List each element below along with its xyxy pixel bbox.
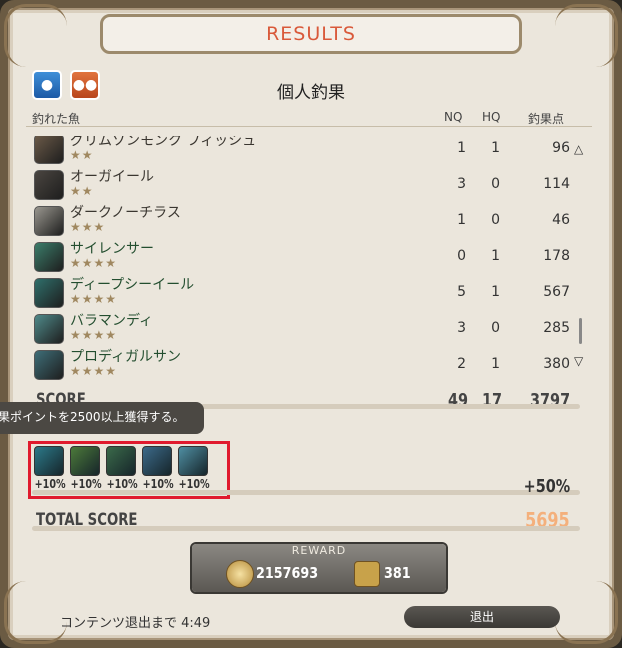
bonus-total: +50% bbox=[523, 476, 570, 497]
column-header-points: 釣果点 bbox=[528, 112, 565, 126]
fish-nq: 5 bbox=[457, 284, 466, 300]
panel-heading: 個人釣果 bbox=[277, 83, 345, 103]
fish-hq: 0 bbox=[491, 212, 500, 228]
divider bbox=[26, 126, 592, 127]
fish-row[interactable]: サイレンサー ★★★★ 0 1 178 bbox=[22, 238, 600, 274]
fish-name: ディープシーイール bbox=[70, 277, 195, 293]
fish-name: プロディガルサン bbox=[70, 349, 182, 365]
fish-bonus-icon[interactable] bbox=[70, 446, 100, 476]
fish-hq: 1 bbox=[491, 284, 500, 300]
scroll-up-arrow[interactable]: △ bbox=[574, 142, 583, 156]
fish-icon bbox=[34, 314, 64, 344]
fish-stars: ★★★★ bbox=[70, 292, 118, 306]
fish-row[interactable]: ディープシーイール ★★★★ 5 1 567 bbox=[22, 274, 600, 310]
fish-nq: 2 bbox=[457, 356, 466, 372]
frame-ornament bbox=[4, 4, 67, 67]
bonus-label: +10% bbox=[34, 477, 66, 491]
fish-icon bbox=[34, 278, 64, 308]
fish-name: オーガイール bbox=[70, 169, 154, 185]
total-bar bbox=[32, 526, 580, 531]
column-header-hq: HQ bbox=[482, 110, 501, 124]
fish-points: 96 bbox=[552, 140, 570, 156]
fish-hq: 1 bbox=[491, 140, 500, 156]
fish-icon bbox=[34, 350, 64, 380]
fish-stars: ★★★★ bbox=[70, 364, 118, 378]
fish-nq: 1 bbox=[457, 140, 466, 156]
fish-nq: 1 bbox=[457, 212, 466, 228]
bonus-label: +10% bbox=[70, 477, 102, 491]
gil-amount: 2157693 bbox=[256, 564, 319, 582]
mgp-icon bbox=[354, 561, 380, 587]
fish-bonus-icon[interactable] bbox=[34, 446, 64, 476]
exit-timer: コンテンツ退出まで 4:49 bbox=[60, 616, 211, 631]
bonus-tooltip: 果ポイントを2500以上獲得する。 bbox=[0, 402, 204, 434]
fish-nq: 3 bbox=[457, 320, 466, 336]
fish-name: ダークノーチラス bbox=[70, 205, 181, 221]
fish-hq: 0 bbox=[491, 320, 500, 336]
fish-row[interactable]: オーガイール ★★ 3 0 114 bbox=[22, 166, 600, 202]
bonus-label: +10% bbox=[106, 477, 138, 491]
fish-row[interactable]: グリムゾンモンク フィッシュ ★★ 1 1 96 bbox=[22, 133, 600, 166]
fish-hq: 0 bbox=[491, 176, 500, 192]
results-panel: ● ●● 個人釣果 釣れた魚 NQ HQ 釣果点 グリムゾンモンク フィッシュ ★… bbox=[0, 64, 600, 634]
fish-hq: 1 bbox=[491, 248, 500, 264]
exit-button[interactable]: 退出 bbox=[404, 606, 560, 628]
scroll-down-arrow[interactable]: ▽ bbox=[574, 354, 583, 368]
fish-name: バラマンディ bbox=[70, 313, 154, 329]
gil-icon bbox=[226, 560, 254, 588]
fish-stars: ★★★★ bbox=[70, 328, 118, 342]
fish-nq: 0 bbox=[457, 248, 466, 264]
fish-icon bbox=[34, 242, 64, 272]
mgp-amount: 381 bbox=[384, 564, 411, 582]
frame-ornament bbox=[555, 4, 618, 67]
fish-points: 567 bbox=[543, 284, 570, 300]
fish-stars: ★★★★ bbox=[70, 256, 118, 270]
fish-points: 285 bbox=[543, 320, 570, 336]
column-header-nq: NQ bbox=[444, 110, 463, 124]
fish-name: グリムゾンモンク フィッシュ bbox=[70, 133, 257, 149]
fish-icon bbox=[34, 170, 64, 200]
fish-stars: ★★ bbox=[70, 184, 94, 198]
fish-hq: 1 bbox=[491, 356, 500, 372]
scrollbar-thumb[interactable] bbox=[579, 318, 582, 344]
fish-nq: 3 bbox=[457, 176, 466, 192]
bonus-label: +10% bbox=[142, 477, 174, 491]
fish-points: 46 bbox=[552, 212, 570, 228]
fish-stars: ★★★ bbox=[70, 220, 106, 234]
fish-row[interactable]: バラマンディ ★★★★ 3 0 285 bbox=[22, 310, 600, 346]
fish-points: 380 bbox=[543, 356, 570, 372]
column-header-fish: 釣れた魚 bbox=[32, 112, 81, 126]
fish-row[interactable]: ダークノーチラス ★★★ 1 0 46 bbox=[22, 202, 600, 238]
fish-icon bbox=[34, 206, 64, 236]
bonus-bar bbox=[32, 490, 580, 495]
fish-row[interactable]: プロディガルサン ★★★★ 2 1 380 bbox=[22, 346, 600, 382]
reward-panel: REWARD 2157693 381 bbox=[192, 544, 446, 592]
fish-bonus-icon[interactable] bbox=[178, 446, 208, 476]
bonus-label: +10% bbox=[178, 477, 210, 491]
window-title: RESULTS bbox=[100, 14, 522, 54]
fish-bonus-icon[interactable] bbox=[106, 446, 136, 476]
fish-points: 178 bbox=[543, 248, 570, 264]
fish-bonus-icon[interactable] bbox=[142, 446, 172, 476]
fish-stars: ★★ bbox=[70, 148, 94, 162]
fish-name: サイレンサー bbox=[70, 241, 154, 257]
tooltip-text: 果ポイントを2500以上獲得する。 bbox=[0, 410, 185, 424]
fish-points: 114 bbox=[543, 176, 570, 192]
fish-icon bbox=[34, 136, 64, 164]
reward-title: REWARD bbox=[291, 544, 347, 557]
